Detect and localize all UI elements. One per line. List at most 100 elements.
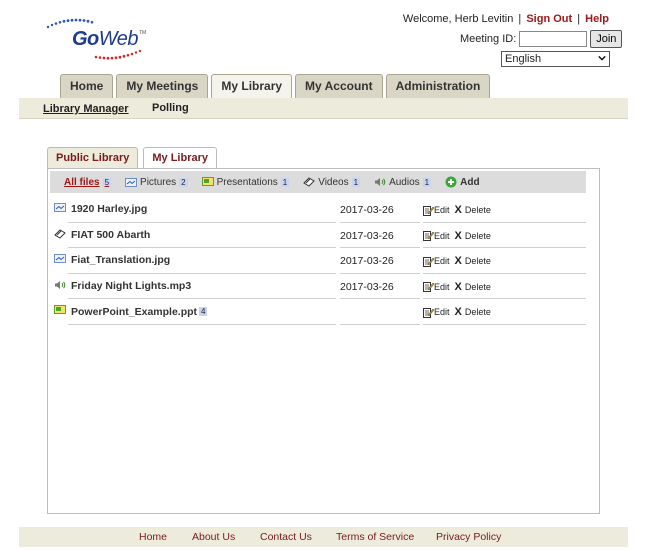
edit-icon <box>423 307 434 318</box>
footer-about-link[interactable]: About Us <box>192 531 235 543</box>
sign-out-link[interactable]: Sign Out <box>526 13 572 25</box>
file-slide-count: 4 <box>199 307 208 316</box>
delete-button[interactable]: X Delete <box>455 204 491 216</box>
picture-icon <box>54 254 66 263</box>
delete-x-icon: X <box>454 255 462 267</box>
row-divider <box>68 323 336 325</box>
file-type-icon <box>54 305 66 318</box>
tab-my-library[interactable]: My Library <box>211 74 293 99</box>
delete-x-icon: X <box>454 306 462 318</box>
file-type-icon <box>54 203 66 215</box>
file-type-icon <box>54 254 66 266</box>
filter-pictures-label: Pictures <box>140 176 177 188</box>
file-name[interactable]: Fiat_Translation.jpg <box>54 254 170 266</box>
add-icon <box>445 176 457 188</box>
edit-label: Edit <box>434 256 450 266</box>
edit-label: Edit <box>434 281 450 292</box>
library-panel: All files 5 Pictures 2 Presentations 1 V… <box>47 168 600 514</box>
edit-label: Edit <box>434 230 450 241</box>
subnav-polling[interactable]: Polling <box>152 102 189 114</box>
file-row: 1920 Harley.jpg 2017-03-26 Edit X Delete <box>50 197 586 223</box>
file-name-text: PowerPoint_Example.ppt <box>71 305 198 318</box>
file-name[interactable]: FIAT 500 Abarth <box>54 228 151 242</box>
delete-button[interactable]: X Delete <box>455 230 491 242</box>
file-date: 2017-03-26 <box>340 255 394 267</box>
delete-label: Delete <box>464 256 491 266</box>
filter-all-files[interactable]: All files 5 <box>64 176 112 188</box>
footer-privacy-link[interactable]: Privacy Policy <box>436 531 501 543</box>
chevron-down-icon <box>598 55 606 61</box>
tab-my-library-files[interactable]: My Library <box>143 147 217 169</box>
file-actions: Edit X Delete <box>423 255 496 267</box>
edit-button[interactable]: Edit <box>423 205 450 216</box>
delete-x-icon: X <box>454 280 462 293</box>
file-actions: Edit X Delete <box>423 204 496 216</box>
help-link[interactable]: Help <box>585 13 609 25</box>
tab-my-account[interactable]: My Account <box>295 74 383 98</box>
filter-videos[interactable]: Videos 1 <box>303 177 361 188</box>
file-actions: Edit X Delete <box>423 230 496 242</box>
filter-all-label: All files <box>64 176 100 188</box>
logo-tm: TM <box>139 30 147 36</box>
edit-icon <box>423 231 434 241</box>
file-name[interactable]: 1920 Harley.jpg <box>54 203 147 215</box>
subnav-library-manager[interactable]: Library Manager <box>43 103 129 115</box>
edit-icon <box>423 205 434 216</box>
file-list: 1920 Harley.jpg 2017-03-26 Edit X Delete FIAT… <box>50 197 586 325</box>
delete-button[interactable]: X Delete <box>455 255 491 267</box>
file-name-text: FIAT 500 Abarth <box>71 229 151 241</box>
file-date: 2017-03-26 <box>340 204 394 216</box>
filter-audios-count: 1 <box>422 177 432 187</box>
library-tabs: Public Library My Library <box>47 147 217 169</box>
audio-icon <box>375 178 386 186</box>
row-divider <box>423 323 586 325</box>
filter-pictures-count: 2 <box>179 177 188 187</box>
edit-button[interactable]: Edit <box>423 256 450 267</box>
file-name[interactable]: PowerPoint_Example.ppt 4 <box>54 305 208 318</box>
filter-presentations[interactable]: Presentations 1 <box>201 177 290 188</box>
meeting-id-label: Meeting ID: <box>460 33 517 45</box>
filter-pictures[interactable]: Pictures 2 <box>125 177 188 188</box>
filter-bar: All files 5 Pictures 2 Presentations 1 V… <box>50 171 586 193</box>
add-label: Add <box>460 176 480 188</box>
file-type-icon <box>54 280 66 293</box>
footer-terms-link[interactable]: Terms of Service <box>336 531 414 543</box>
edit-label: Edit <box>434 307 450 317</box>
logo-go: Go <box>72 28 99 50</box>
delete-label: Delete <box>464 281 491 292</box>
delete-x-icon: X <box>454 229 462 242</box>
filter-videos-count: 1 <box>351 177 361 187</box>
meeting-id-input[interactable] <box>519 31 588 47</box>
tab-home[interactable]: Home <box>60 74 114 98</box>
footer-home-link[interactable]: Home <box>139 531 167 543</box>
picture-icon <box>54 203 66 212</box>
edit-label: Edit <box>434 205 450 215</box>
add-file-button[interactable]: Add <box>445 176 480 188</box>
audio-icon <box>55 280 66 289</box>
tab-my-meetings[interactable]: My Meetings <box>116 74 209 98</box>
file-name-text: Fiat_Translation.jpg <box>71 254 171 266</box>
delete-label: Delete <box>464 307 491 317</box>
file-row: FIAT 500 Abarth 2017-03-26 Edit X Delete <box>50 223 586 248</box>
footer: Home About Us Contact Us Terms of Servic… <box>19 527 628 547</box>
tab-public-library[interactable]: Public Library <box>47 147 139 169</box>
file-date: 2017-03-26 <box>340 229 394 242</box>
delete-button[interactable]: X Delete <box>455 281 491 293</box>
welcome-text: Welcome, Herb Levitin <box>402 13 514 25</box>
file-type-icon <box>54 228 66 242</box>
separator: | <box>577 13 581 25</box>
edit-icon <box>423 256 434 267</box>
delete-button[interactable]: X Delete <box>455 306 491 318</box>
language-select[interactable]: English <box>501 51 610 67</box>
footer-contact-link[interactable]: Contact Us <box>260 531 312 543</box>
filter-audios-label: Audios <box>389 176 420 188</box>
presentation-icon <box>201 177 214 186</box>
edit-button[interactable]: Edit <box>423 281 450 292</box>
file-name[interactable]: Friday Night Lights.mp3 <box>54 280 191 293</box>
edit-button[interactable]: Edit <box>423 230 450 241</box>
tab-administration[interactable]: Administration <box>385 74 491 98</box>
filter-audios[interactable]: Audios 1 <box>374 176 432 188</box>
edit-button[interactable]: Edit <box>423 307 450 318</box>
file-date: 2017-03-26 <box>340 280 394 293</box>
join-button[interactable]: Join <box>590 30 623 48</box>
